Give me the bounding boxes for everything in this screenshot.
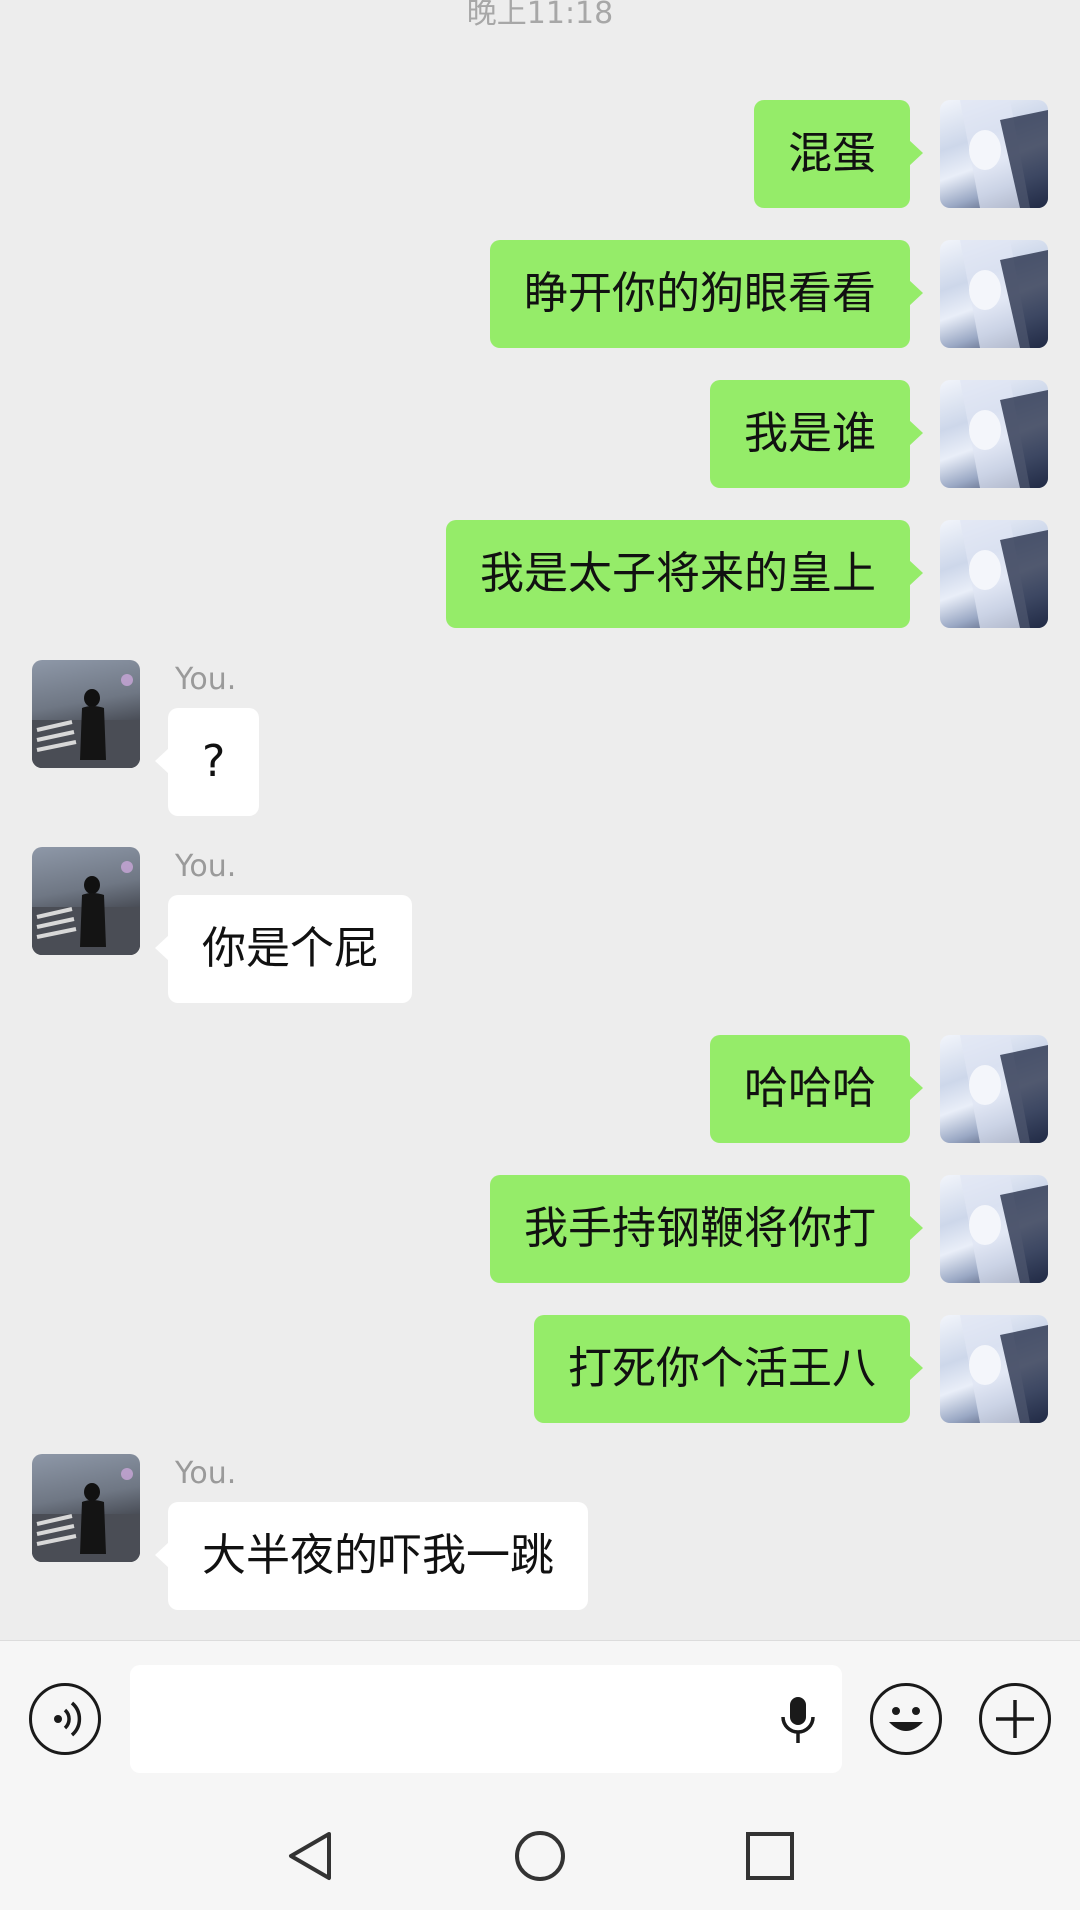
message-row-me: 睁开你的狗眼看看 — [0, 240, 1080, 348]
microphone-icon[interactable] — [778, 1695, 818, 1745]
message-row-other: You. 大半夜的吓我一跳 — [0, 1454, 1080, 1614]
home-circle-icon[interactable] — [512, 1828, 568, 1884]
message-input[interactable] — [130, 1665, 842, 1773]
message-row-me: 我是太子将来的皇上 — [0, 520, 1080, 628]
my-avatar[interactable] — [940, 380, 1048, 488]
message-bubble-me[interactable]: 我是太子将来的皇上 — [446, 520, 923, 628]
emoji-icon[interactable] — [870, 1683, 942, 1755]
message-row-me: 混蛋 — [0, 100, 1080, 208]
message-row-me: 打死你个活王八 — [0, 1315, 1080, 1423]
sender-name: You. — [175, 849, 237, 884]
message-row-other: You. ? — [0, 660, 1080, 820]
message-bubble-me[interactable]: 睁开你的狗眼看看 — [490, 240, 923, 348]
message-bubble-other[interactable]: 你是个屁 — [155, 895, 412, 1003]
my-avatar[interactable] — [940, 1315, 1048, 1423]
sender-name: You. — [175, 1456, 237, 1491]
message-bubble-other[interactable]: ? — [154, 708, 260, 816]
system-navigation-bar — [0, 1800, 1080, 1910]
message-row-me: 哈哈哈 — [0, 1035, 1080, 1143]
input-bar — [0, 1640, 1080, 1801]
message-bubble-me[interactable]: 我手持钢鞭将你打 — [490, 1175, 923, 1283]
back-triangle-icon[interactable] — [283, 1828, 339, 1884]
contact-avatar[interactable] — [32, 660, 140, 768]
contact-avatar[interactable] — [32, 847, 140, 955]
recents-square-icon[interactable] — [742, 1828, 798, 1884]
chat-timestamp: 晚上11:18 — [466, 0, 614, 31]
message-row-other: You. 你是个屁 — [0, 847, 1080, 1007]
message-bubble-me[interactable]: 哈哈哈 — [710, 1035, 923, 1143]
my-avatar[interactable] — [940, 520, 1048, 628]
my-avatar[interactable] — [940, 100, 1048, 208]
contact-avatar[interactable] — [32, 1454, 140, 1562]
chat-area[interactable]: 晚上11:18 混蛋 睁开你的狗眼看看 我是谁 我是太子将来的皇上 You. ? — [0, 0, 1080, 1640]
my-avatar[interactable] — [940, 240, 1048, 348]
message-row-me: 我是谁 — [0, 380, 1080, 488]
message-bubble-other[interactable]: 大半夜的吓我一跳 — [155, 1502, 588, 1610]
message-bubble-me[interactable]: 我是谁 — [710, 380, 923, 488]
plus-icon[interactable] — [979, 1683, 1051, 1755]
my-avatar[interactable] — [940, 1035, 1048, 1143]
message-row-me: 我手持钢鞭将你打 — [0, 1175, 1080, 1283]
message-bubble-me[interactable]: 混蛋 — [754, 100, 923, 208]
sender-name: You. — [175, 662, 237, 697]
voice-icon[interactable] — [29, 1683, 101, 1755]
message-bubble-me[interactable]: 打死你个活王八 — [534, 1315, 923, 1423]
my-avatar[interactable] — [940, 1175, 1048, 1283]
